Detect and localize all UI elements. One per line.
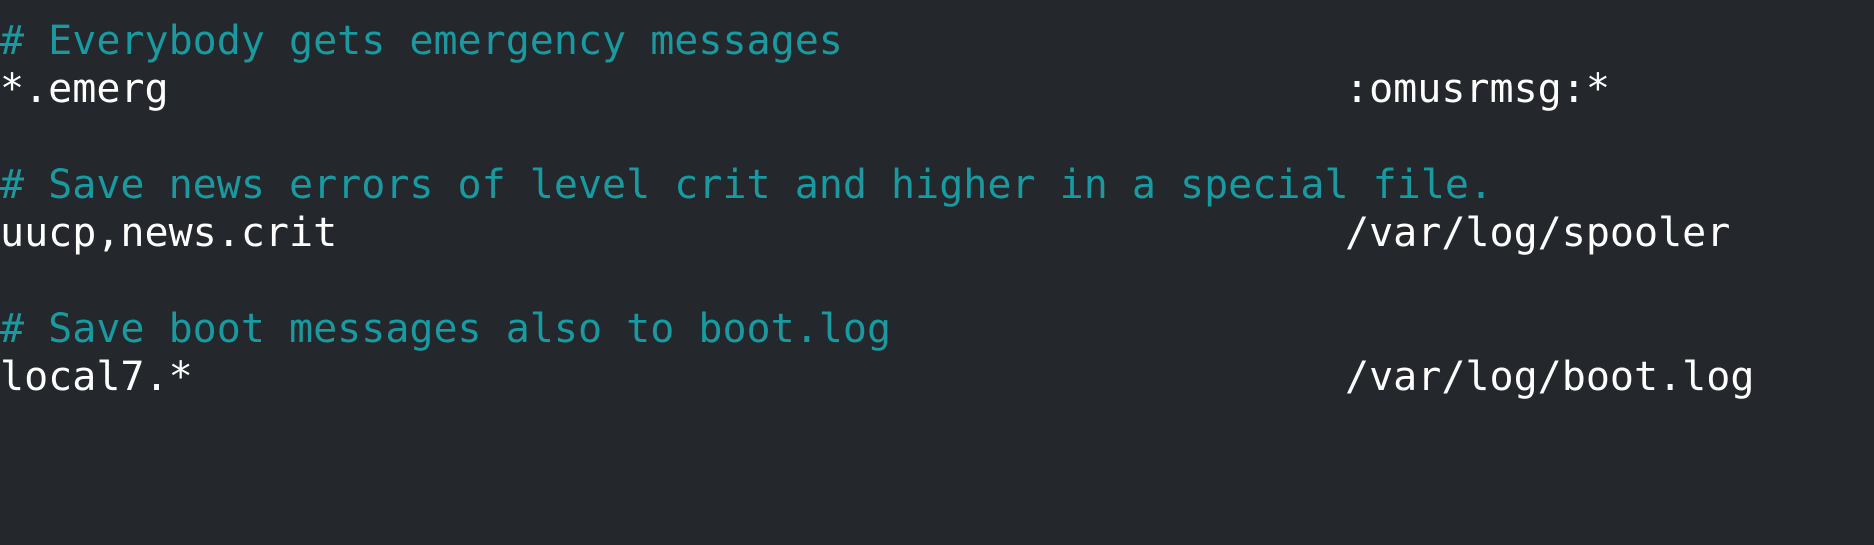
selector-text: local7.* <box>0 354 193 400</box>
comment-line-boot: # Save boot messages also to boot.log <box>0 306 892 352</box>
selector-text: uucp,news.crit <box>0 210 338 256</box>
action-text: /var/log/spooler <box>1345 210 1731 256</box>
action-text: /var/log/boot.log <box>1345 354 1755 400</box>
rule-line-emergency: *.emerg :omusrmsg:* <box>0 65 1874 113</box>
rule-line-news: uucp,news.crit /var/log/spooler <box>0 209 1874 257</box>
selector-text: *.emerg <box>0 66 169 112</box>
action-text: :omusrmsg:* <box>1345 66 1610 112</box>
comment-line-news: # Save news errors of level crit and hig… <box>0 162 1494 208</box>
terminal-editor[interactable]: # Everybody gets emergency messages *.em… <box>0 0 1874 415</box>
rule-line-boot: local7.* /var/log/boot.log <box>0 353 1874 401</box>
comment-line-emergency: # Everybody gets emergency messages <box>0 18 843 64</box>
